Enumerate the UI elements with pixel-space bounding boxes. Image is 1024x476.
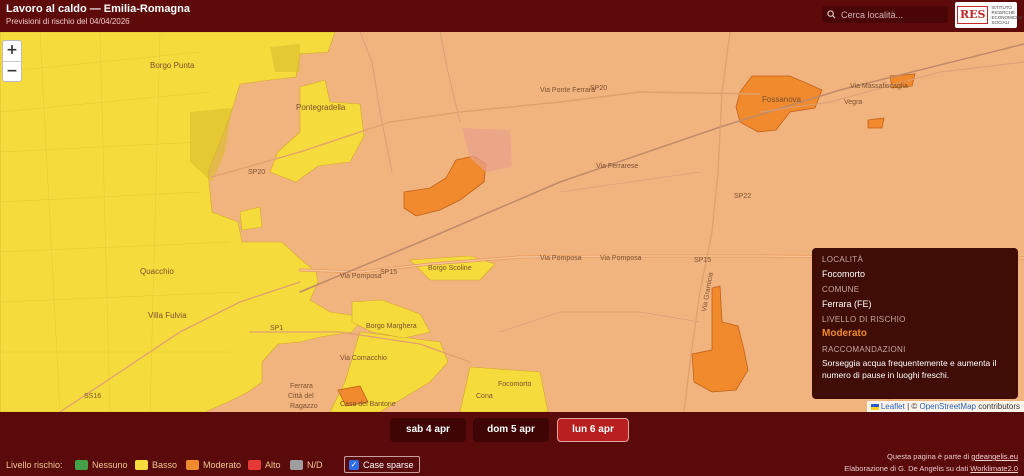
ukraine-flag-icon bbox=[870, 403, 879, 410]
header: Lavoro al caldo — Emilia-Romagna Previsi… bbox=[0, 0, 1024, 32]
map-label: Focomorto bbox=[498, 381, 532, 388]
zoom-out-button[interactable]: − bbox=[3, 61, 21, 81]
map-label: SP15 bbox=[694, 257, 711, 264]
legend-item-nd: N/D bbox=[290, 460, 323, 470]
map-label: Borgo Scoline bbox=[428, 265, 472, 272]
map-label: SP20 bbox=[248, 169, 265, 176]
legend-label: Nessuno bbox=[92, 460, 128, 470]
app-subtitle: Previsioni di rischio del 04/04/2026 bbox=[6, 17, 130, 26]
legend-item-high: Alto bbox=[248, 460, 281, 470]
map-label: SP15 bbox=[380, 269, 397, 276]
search-icon bbox=[827, 10, 836, 19]
risk-level-value: Moderato bbox=[822, 328, 867, 339]
ires-logo: RES ISTITUTO RICERCHE ECONOMICHE SOCIALI bbox=[955, 2, 1023, 28]
legend-item-moderate: Moderato bbox=[186, 460, 241, 470]
app-title: Lavoro al caldo — Emilia-Romagna bbox=[6, 3, 190, 15]
leaflet-link[interactable]: Leaflet bbox=[881, 402, 905, 411]
municipality-value: Ferrara (FE) bbox=[822, 299, 872, 309]
credits-prefix: Questa pagina è parte di bbox=[887, 452, 972, 461]
map-label: Via Pomposa bbox=[340, 273, 382, 280]
map-label: Fossanova bbox=[762, 95, 802, 104]
checkbox-checked-icon[interactable]: ✓ bbox=[349, 459, 359, 470]
map-label: Cona bbox=[476, 393, 493, 400]
legend-label: Alto bbox=[265, 460, 281, 470]
map[interactable]: Borgo Punta Pontegradella SP20 SP20 Via … bbox=[0, 32, 1024, 412]
credits-line-2: Elaborazione di G. De Angelis su dati Wo… bbox=[844, 463, 1018, 475]
map-label: Quacchio bbox=[140, 267, 174, 276]
map-label: Ragazzo bbox=[290, 403, 318, 410]
case-sparse-toggle[interactable]: ✓ Case sparse bbox=[344, 456, 420, 473]
worklimate-link[interactable]: Worklimate2.0 bbox=[970, 464, 1018, 473]
locality-value: Focomorto bbox=[822, 269, 866, 279]
moderate-risk-area-small bbox=[867, 117, 885, 129]
legend-label: N/D bbox=[307, 460, 323, 470]
info-panel: LOCALITÀ Focomorto COMUNE Ferrara (FE) L… bbox=[812, 248, 1018, 399]
legend-swatch bbox=[75, 460, 88, 470]
legend-title: Livello rischio: bbox=[6, 460, 63, 470]
map-label: Borgo Punta bbox=[150, 61, 195, 70]
map-label: Via Comacchio bbox=[340, 355, 387, 362]
map-label: Via Pomposa bbox=[600, 255, 642, 262]
legend-label: Basso bbox=[152, 460, 178, 470]
map-label: SP22 bbox=[734, 193, 751, 200]
legend-swatch bbox=[186, 460, 199, 470]
low-risk-dark-block bbox=[270, 44, 300, 72]
attribution-separator: | © bbox=[904, 402, 920, 411]
map-label: Casa del Bantone bbox=[340, 401, 396, 408]
recommendations-text: Sorseggia acqua frequentemente e aumenta… bbox=[822, 358, 997, 380]
logo-mark: RES bbox=[957, 6, 989, 24]
map-label: Via Pomposa bbox=[540, 255, 582, 262]
legend-swatch bbox=[135, 460, 148, 470]
legend-swatch bbox=[248, 460, 261, 470]
search-input[interactable] bbox=[841, 9, 941, 20]
legend-item-none: Nessuno bbox=[75, 460, 128, 470]
credits-line-1: Questa pagina è parte di gdeangelis.eu bbox=[844, 451, 1018, 463]
map-attribution: Leaflet | © OpenStreetMap contributors bbox=[866, 401, 1024, 412]
credits: Questa pagina è parte di gdeangelis.eu E… bbox=[844, 451, 1018, 475]
search-box[interactable] bbox=[822, 6, 948, 23]
footer: Livello rischio: Nessuno Basso Moderato … bbox=[0, 448, 1024, 476]
day-selector: sab 4 apr dom 5 apr lun 6 apr bbox=[0, 412, 1024, 448]
credits-prefix: Elaborazione di G. De Angelis su dati bbox=[844, 464, 971, 473]
logo-line: SOCIALI bbox=[991, 20, 1010, 25]
map-label: Via Ponte Ferrara bbox=[540, 87, 595, 94]
map-label: Ferrara bbox=[290, 383, 313, 390]
logo-text: ISTITUTO RICERCHE ECONOMICHE SOCIALI bbox=[991, 5, 1022, 25]
map-label: SS16 bbox=[84, 393, 101, 400]
recommendations-label: RACCOMANDAZIONI bbox=[822, 345, 906, 354]
low-risk-area-south bbox=[459, 366, 549, 412]
zoom-control: + − bbox=[2, 40, 22, 82]
municipality-label: COMUNE bbox=[822, 285, 860, 294]
locality-label: LOCALITÀ bbox=[822, 255, 864, 264]
map-label: Villa Fulvia bbox=[148, 311, 187, 320]
legend-label: Moderato bbox=[203, 460, 242, 470]
day-button-mon[interactable]: lun 6 apr bbox=[557, 418, 629, 442]
map-label: Via Massafiscaglia bbox=[850, 83, 908, 90]
legend-item-low: Basso bbox=[135, 460, 177, 470]
attribution-contributors: contributors bbox=[975, 402, 1020, 411]
map-label: SP1 bbox=[270, 325, 283, 332]
osm-link[interactable]: OpenStreetMap bbox=[919, 402, 975, 411]
risk-level-label: LIVELLO DI RISCHIO bbox=[822, 315, 906, 324]
day-button-sun[interactable]: dom 5 apr bbox=[473, 418, 549, 442]
map-label: Vegra bbox=[844, 99, 862, 106]
map-label: Pontegradella bbox=[296, 103, 346, 112]
map-label: Borgo Marghera bbox=[366, 323, 417, 330]
legend-swatch bbox=[290, 460, 303, 470]
gdeangelis-link[interactable]: gdeangelis.eu bbox=[971, 452, 1018, 461]
zoom-in-button[interactable]: + bbox=[3, 41, 21, 61]
map-label: Via Ferrarese bbox=[596, 163, 638, 170]
day-button-sat[interactable]: sab 4 apr bbox=[390, 418, 466, 442]
map-label: Città del bbox=[288, 393, 314, 400]
case-sparse-label: Case sparse bbox=[363, 459, 414, 470]
app: Lavoro al caldo — Emilia-Romagna Previsi… bbox=[0, 0, 1024, 476]
